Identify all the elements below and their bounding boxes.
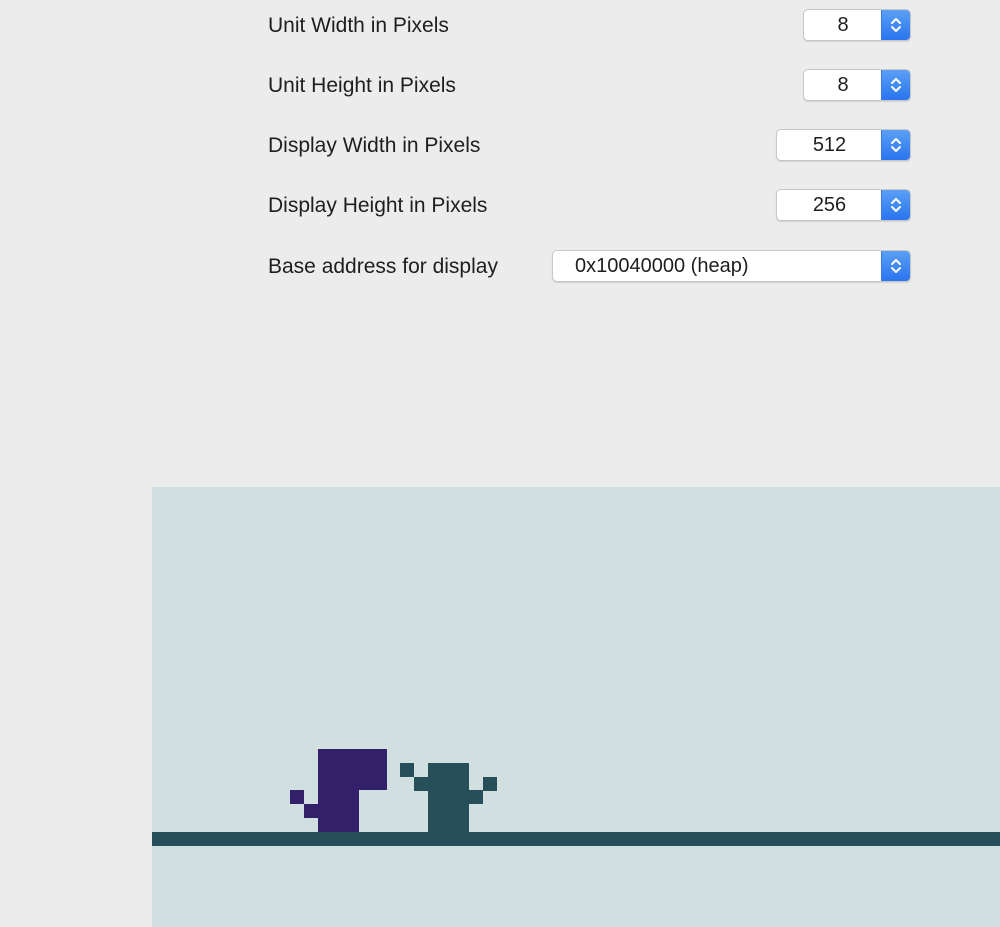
unit-width-value: 8: [837, 13, 849, 36]
unit-height-value: 8: [837, 73, 849, 96]
up-down-chevron-icon[interactable]: [881, 190, 910, 220]
bitmap-canvas: [152, 749, 1000, 846]
up-down-chevron-icon[interactable]: [881, 70, 910, 100]
base-address-select[interactable]: 0x10040000 (heap): [552, 250, 911, 282]
base-address-row: Base address for display: [268, 250, 498, 284]
up-down-chevron-icon[interactable]: [881, 10, 910, 40]
ground-line: [152, 832, 1000, 846]
unit-height-label: Unit Height in Pixels: [268, 74, 456, 97]
unit-height-row: Unit Height in Pixels: [268, 69, 456, 103]
display-width-value: 512: [812, 133, 847, 156]
display-settings-panel: Unit Width in Pixels 8 Unit Height in Pi…: [0, 0, 1000, 300]
unit-height-select[interactable]: 8: [803, 69, 911, 101]
cactus-sprite: [400, 763, 497, 832]
base-address-label: Base address for display: [268, 255, 498, 278]
display-width-label: Display Width in Pixels: [268, 134, 481, 157]
display-height-row: Display Height in Pixels: [268, 189, 487, 223]
up-down-chevron-icon[interactable]: [881, 251, 910, 281]
bitmap-display: [152, 487, 1000, 927]
display-width-row: Display Width in Pixels: [268, 129, 480, 163]
player-sprite: [290, 749, 387, 832]
display-height-label: Display Height in Pixels: [268, 194, 488, 217]
display-height-value: 256: [812, 193, 847, 216]
display-width-select[interactable]: 512: [776, 129, 911, 161]
display-height-select[interactable]: 256: [776, 189, 911, 221]
unit-width-row: Unit Width in Pixels: [268, 9, 449, 43]
base-address-value: 0x10040000 (heap): [575, 254, 749, 277]
unit-width-label: Unit Width in Pixels: [268, 14, 449, 37]
up-down-chevron-icon[interactable]: [881, 130, 910, 160]
unit-width-select[interactable]: 8: [803, 9, 911, 41]
